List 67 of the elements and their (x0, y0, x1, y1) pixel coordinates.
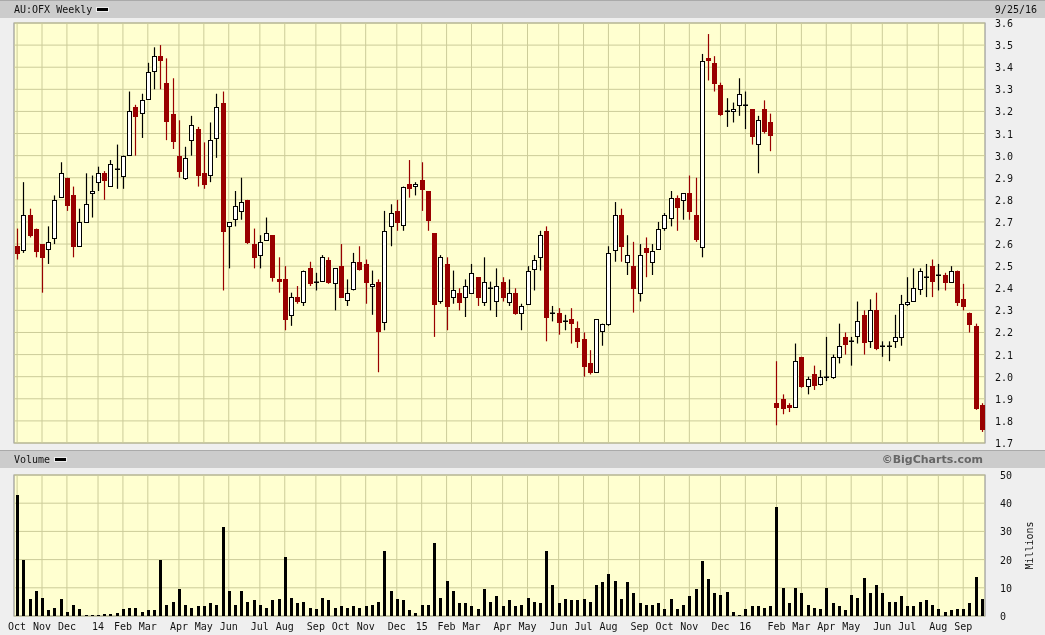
axis-label: 2.7 (995, 216, 1014, 228)
month-label: Dec (711, 621, 730, 632)
month-label: 14 (92, 621, 105, 632)
axis-label: 2.3 (995, 305, 1014, 317)
month-label: Nov (680, 621, 699, 632)
axis-label: 50 (1000, 470, 1013, 481)
month-label: May (842, 621, 861, 632)
axis-label: 3.3 (995, 84, 1014, 96)
axis-label: 2.4 (995, 283, 1014, 295)
axis-label: 0 (1000, 611, 1007, 622)
axis-label: 2.5 (995, 261, 1014, 273)
axis-label: 3.2 (995, 106, 1014, 118)
axis-title: Millions (1024, 521, 1035, 570)
axis-label: 1.8 (995, 415, 1014, 427)
month-label: Jun (219, 621, 238, 632)
axis-label: 2.8 (995, 194, 1014, 206)
month-label: Oct (8, 621, 27, 632)
month-label: Nov (356, 621, 375, 632)
axis-label: 2.9 (995, 172, 1014, 184)
axis-label: 30 (1000, 526, 1013, 538)
month-label: Dec (57, 621, 76, 632)
month-label: Feb (113, 621, 132, 632)
month-label: Nov (33, 621, 52, 632)
month-label: Mar (138, 621, 157, 632)
month-label: Aug (275, 621, 294, 632)
axis-label: 2.2 (995, 327, 1014, 339)
volume-title: Volume (14, 454, 51, 465)
axis-label: 1.9 (995, 393, 1014, 405)
month-label: Sep (630, 621, 649, 632)
month-label: Sep (954, 621, 973, 632)
month-label: Sep (306, 621, 325, 632)
axis-label: 2.0 (995, 371, 1014, 383)
axis-label: 2.6 (995, 239, 1014, 251)
month-label: Mar (792, 621, 811, 632)
month-label: Mar (462, 621, 481, 632)
axis-label: 2.1 (995, 349, 1014, 361)
axis-label: 3.0 (995, 150, 1014, 162)
month-label: May (194, 621, 213, 632)
chart-title: AU:OFX Weekly (14, 4, 93, 15)
month-label: 15 (415, 621, 428, 632)
month-label: Aug (599, 621, 618, 632)
month-label: Feb (437, 621, 456, 632)
month-label: Aug (929, 621, 948, 632)
axis-label: 3.4 (995, 62, 1014, 74)
chart-date: 9/25/16 (994, 4, 1037, 15)
month-label: Apr (493, 621, 512, 632)
month-label: Oct (655, 621, 674, 632)
month-label: Jul (898, 621, 917, 632)
month-label: Apr (169, 621, 188, 632)
axis-label: 1.7 (995, 438, 1014, 449)
month-label: Dec (387, 621, 406, 632)
axis-label: 20 (1000, 554, 1013, 566)
axis-label: 10 (1000, 582, 1013, 594)
month-label: Apr (817, 621, 836, 632)
month-label: 16 (739, 621, 752, 632)
month-label: Jun (873, 621, 892, 632)
axis-label: 40 (1000, 498, 1013, 510)
month-label: Oct (331, 621, 350, 632)
month-label: Jun (549, 621, 568, 632)
month-label: May (518, 621, 537, 632)
month-label: Feb (767, 621, 786, 632)
month-label: Jul (250, 621, 269, 632)
axis-label: 3.6 (995, 18, 1014, 29)
month-label: Jul (574, 621, 593, 632)
axis-label: 3.5 (995, 40, 1014, 52)
credit-text: ©BigCharts.com (881, 453, 983, 466)
axis-label: 3.1 (995, 128, 1014, 140)
